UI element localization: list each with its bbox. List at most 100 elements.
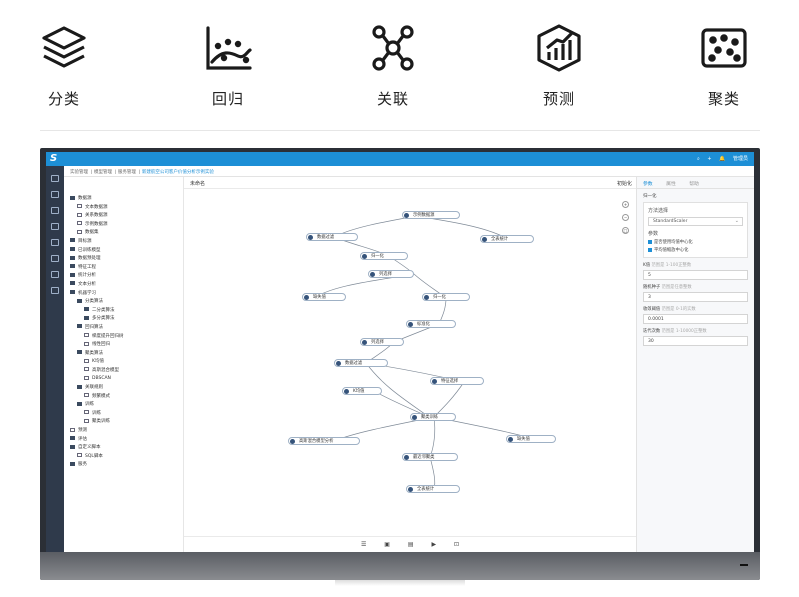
save-icon[interactable]: ▣ [384, 541, 390, 548]
tree-item-label: 示例数据源 [85, 221, 108, 227]
component-icon [77, 453, 82, 458]
tree-item[interactable]: SQL脚本 [64, 453, 183, 462]
flow-node[interactable]: 全表统计 [406, 485, 460, 493]
tree-item[interactable]: 数据预处理 [64, 255, 183, 264]
tree-item[interactable]: DBSCAN [64, 375, 183, 384]
feature-label: 关联 [376, 90, 409, 108]
tree-item[interactable]: 机器学习 [64, 290, 183, 299]
breadcrumb-item[interactable]: 实验管理 [70, 170, 88, 175]
tree-item[interactable]: 梯度提升回归树 [64, 333, 183, 342]
cluster-dots-icon [701, 28, 747, 68]
tree-item[interactable]: 聚类训练 [64, 418, 183, 427]
save-as-icon[interactable]: ▤ [408, 541, 414, 548]
tree-item[interactable]: 服务 [64, 461, 183, 470]
flow-node[interactable]: 缺失值 [506, 435, 556, 443]
tree-item[interactable]: 高斯混合模型 [64, 367, 183, 376]
tol-input[interactable]: 0.0001 [643, 314, 748, 324]
tree-item[interactable]: 示例数据源 [64, 221, 183, 230]
flow-node[interactable]: 特征选择 [430, 377, 484, 385]
flow-node[interactable]: 高斯混合模型分析 [288, 437, 360, 445]
flow-node[interactable]: 缺失值 [302, 293, 346, 301]
add-icon[interactable]: + [707, 156, 711, 162]
folder-icon [70, 264, 75, 269]
tree-item[interactable]: 数据集 [64, 229, 183, 238]
bell-icon[interactable]: 🔔 [719, 156, 725, 162]
seed-input[interactable]: 3 [643, 292, 748, 302]
tree-item[interactable]: 二分类算法 [64, 307, 183, 316]
list-icon[interactable]: ☰ [361, 541, 366, 548]
iter-input[interactable]: 30 [643, 336, 748, 346]
flow-node[interactable]: 聚类训练 [410, 413, 456, 421]
tree-item[interactable]: 线性回归 [64, 341, 183, 350]
feature-strip: 分类 回归 关联 预测 聚类 [0, 0, 799, 130]
tree-item[interactable]: K均值 [64, 358, 183, 367]
iter-label: 迭代次数 范围是 1-10000正整数 [643, 328, 748, 334]
component-icon [84, 418, 89, 423]
breadcrumb-item[interactable]: 服务管理 [118, 170, 136, 175]
flow-node[interactable]: 最近邻聚类 [402, 453, 458, 461]
tree-item[interactable]: 训练 [64, 410, 183, 419]
tree-item[interactable]: 预测 [64, 427, 183, 436]
tree-item-label: 训练 [92, 410, 101, 416]
iter-label-text: 迭代次数 [643, 329, 661, 334]
power-indicator [740, 564, 748, 566]
tree-item[interactable]: 频繁模式 [64, 393, 183, 402]
tree-item[interactable]: 文本数据源 [64, 204, 183, 213]
tree-item[interactable]: 自定义脚本 [64, 444, 183, 453]
tree-item[interactable]: 统计分析 [64, 272, 183, 281]
tree-item[interactable]: 训练 [64, 401, 183, 410]
component-icon [77, 221, 82, 226]
tab-params[interactable]: 参数 [643, 182, 653, 187]
tree-item[interactable]: 特征工程 [64, 264, 183, 273]
tree-item[interactable]: 分类算法 [64, 298, 183, 307]
tree-item[interactable]: 关联规则 [64, 384, 183, 393]
tree-item-label: 已训练模型 [78, 247, 101, 253]
tree-item[interactable]: 聚类算法 [64, 350, 183, 359]
tree-item[interactable]: 回归算法 [64, 324, 183, 333]
feature-label: 分类 [47, 90, 80, 108]
tree-item[interactable]: 目标源 [64, 238, 183, 247]
flow-node[interactable]: 示例数据源 [402, 211, 460, 219]
method-select[interactable]: StandardScaler [648, 217, 743, 226]
nav-settings-icon[interactable] [51, 287, 59, 294]
tab-properties[interactable]: 属性 [666, 182, 676, 187]
tree-item-label: 数据集 [85, 230, 99, 236]
tree-item[interactable]: 文本分析 [64, 281, 183, 290]
folder-icon [70, 281, 75, 286]
nav-model-icon[interactable] [51, 207, 59, 214]
flow-node[interactable]: 列选择 [368, 270, 414, 278]
folder-icon [70, 444, 75, 449]
flow-node[interactable]: 列选择 [360, 338, 404, 346]
tree-item[interactable]: 关系数据源 [64, 212, 183, 221]
flow-node[interactable]: 数据过滤 [334, 359, 388, 367]
export-icon[interactable]: ⊡ [454, 541, 459, 548]
run-icon[interactable]: ▶ [431, 541, 436, 548]
tree-item[interactable]: 已训练模型 [64, 247, 183, 256]
flow-node[interactable]: K均值 [342, 387, 382, 395]
nav-data-icon[interactable] [51, 191, 59, 198]
tree-item[interactable]: 评估 [64, 436, 183, 445]
flow-node[interactable]: 数据过滤 [306, 233, 358, 241]
nav-monitor-icon[interactable] [51, 175, 59, 182]
nav-chart-icon[interactable] [51, 239, 59, 246]
nav-experiment-icon[interactable] [51, 223, 59, 230]
user-menu[interactable]: 管理员 [733, 156, 748, 162]
tab-help[interactable]: 帮助 [689, 182, 699, 187]
feature-classification: 分类 [4, 22, 124, 109]
k-input[interactable]: 5 [643, 270, 748, 280]
tree-item[interactable]: 数据源 [64, 195, 183, 204]
nav-cloud-icon[interactable] [51, 271, 59, 278]
flow-node[interactable]: 标准化 [406, 320, 456, 328]
flow-node[interactable]: 归一化 [360, 252, 408, 260]
nav-service-icon[interactable] [51, 255, 59, 262]
tree-item[interactable]: 多分类算法 [64, 315, 183, 324]
checkbox-with-mean[interactable]: 是否使用均值中心化 [648, 239, 743, 245]
breadcrumb-item[interactable]: 模型管理 [94, 170, 112, 175]
flow-node[interactable]: 归一化 [422, 293, 470, 301]
checkbox-with-std[interactable]: 平均值缩放中心化 [648, 247, 743, 253]
feature-clustering: 聚类 [664, 22, 784, 109]
flow-node[interactable]: 全表统计 [480, 235, 534, 243]
app-logo[interactable]: S [50, 153, 57, 164]
folder-icon [77, 324, 82, 329]
search-icon[interactable]: ⌕ [697, 156, 700, 162]
